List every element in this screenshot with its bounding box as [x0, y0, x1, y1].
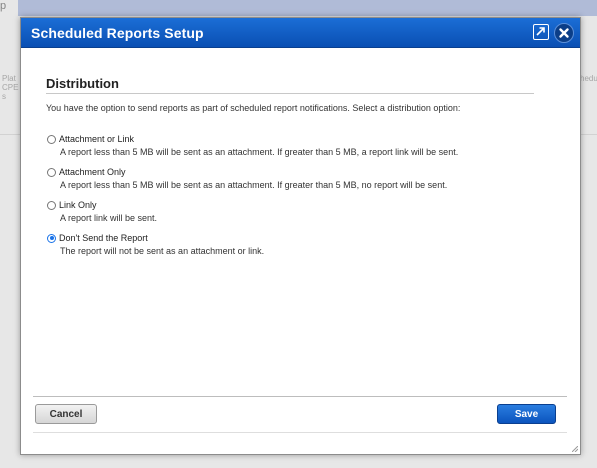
option-attachment-or-link: Attachment or Link A report less than 5 … [46, 133, 536, 157]
radio-dont-send[interactable] [47, 233, 56, 243]
option-description: A report less than 5 MB will be sent as … [60, 147, 459, 157]
option-label[interactable]: Link Only [59, 200, 97, 210]
option-label[interactable]: Don't Send the Report [59, 233, 148, 243]
cancel-button[interactable]: Cancel [35, 404, 97, 424]
option-description: A report link will be sent. [60, 213, 158, 223]
section-title: Distribution [46, 76, 534, 94]
dialog-title: Scheduled Reports Setup [31, 25, 204, 41]
radio-attachment-or-link[interactable] [47, 134, 56, 144]
section-intro: You have the option to send reports as p… [46, 103, 461, 113]
close-icon[interactable] [554, 23, 574, 43]
dialog-header: Scheduled Reports Setup [21, 18, 580, 48]
radio-link-only[interactable] [47, 200, 56, 210]
option-link-only: Link Only A report link will be sent. [46, 199, 536, 223]
footer-bottom-line [33, 432, 567, 433]
option-label[interactable]: Attachment Only [59, 167, 126, 177]
option-description: A report less than 5 MB will be sent as … [60, 180, 448, 190]
resize-grip-icon[interactable] [572, 446, 578, 452]
footer-divider [33, 396, 567, 397]
save-button[interactable]: Save [497, 404, 556, 424]
expand-icon[interactable] [533, 24, 549, 40]
distribution-options: Attachment or Link A report less than 5 … [46, 133, 536, 256]
option-description: The report will not be sent as an attach… [60, 246, 265, 256]
option-attachment-only: Attachment Only A report less than 5 MB … [46, 166, 536, 190]
option-label[interactable]: Attachment or Link [59, 134, 134, 144]
dialog-body: Distribution You have the option to send… [46, 76, 536, 265]
option-dont-send: Don't Send the Report The report will no… [46, 232, 536, 256]
scheduled-reports-dialog: Scheduled Reports Setup Distribution You… [20, 17, 581, 455]
radio-attachment-only[interactable] [47, 167, 56, 177]
